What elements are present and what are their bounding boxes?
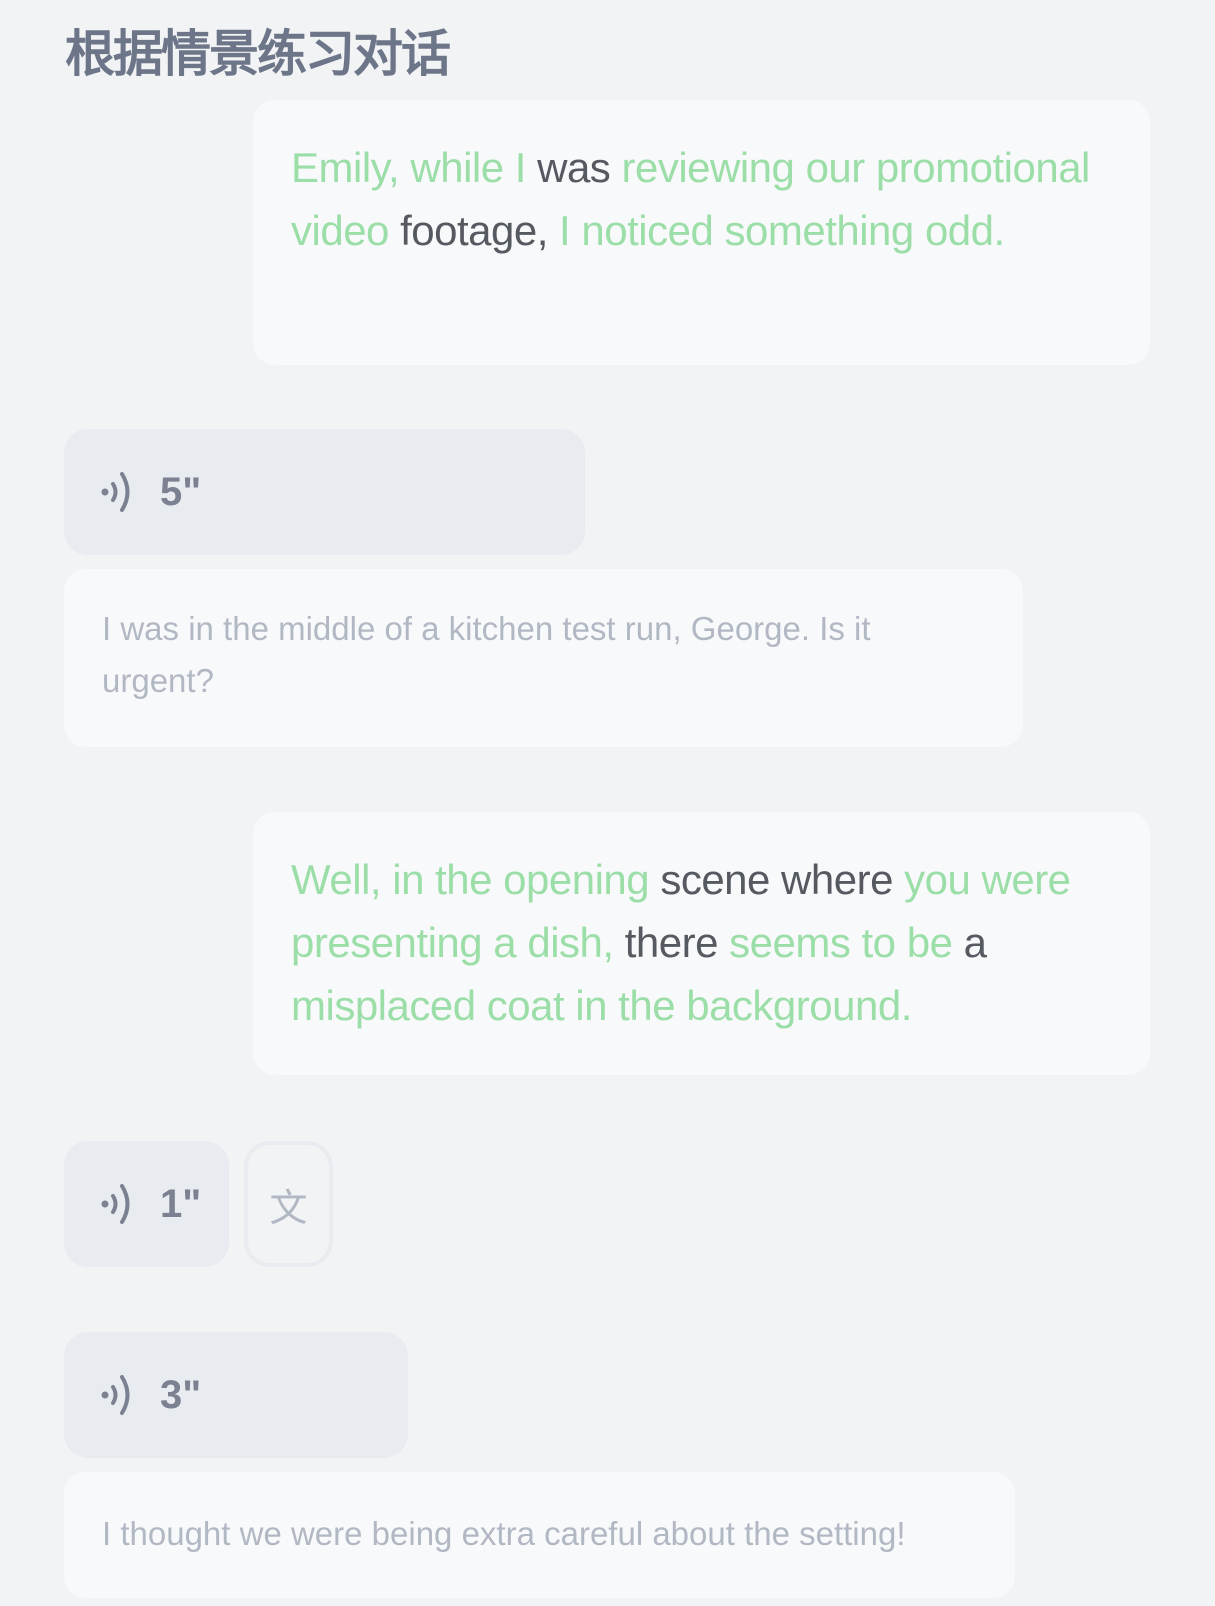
text-segment: a — [952, 919, 987, 966]
text-segment: scene where — [660, 856, 893, 903]
reply-text-bubble: I thought we were being extra careful ab… — [64, 1472, 1015, 1598]
text-segment: I noticed something odd. — [547, 207, 1005, 254]
text-segment: seems to be — [717, 919, 953, 966]
voice-message-play-button[interactable]: 3" — [64, 1332, 408, 1458]
text-segment: there — [613, 919, 719, 966]
translate-icon: 文 — [269, 1187, 308, 1230]
voice-duration: 5" — [160, 469, 202, 514]
speaker-wave-icon — [101, 472, 130, 512]
voice-duration: 1" — [160, 1181, 202, 1226]
speaker-wave-icon — [101, 1375, 130, 1415]
reply-text-bubble: I was in the middle of a kitchen test ru… — [64, 569, 1023, 747]
user-message-bubble: Emily, while I was reviewing our promoti… — [253, 100, 1150, 365]
text-segment: Well, in the opening — [291, 856, 661, 903]
text-segment: Emily, while I — [291, 144, 538, 191]
translate-button[interactable]: 文 — [244, 1141, 333, 1267]
speaker-wave-icon — [101, 1184, 130, 1224]
text-segment: misplaced coat in the background. — [291, 982, 912, 1029]
page-title: 根据情景练习对话 — [65, 26, 451, 82]
voice-message-play-button[interactable]: 1" — [64, 1141, 229, 1267]
user-message-bubble: Well, in the opening scene where you wer… — [253, 812, 1150, 1075]
voice-message-play-button[interactable]: 5" — [64, 429, 585, 555]
text-segment: was — [537, 144, 611, 191]
text-segment: footage, — [400, 207, 548, 254]
voice-duration: 3" — [160, 1372, 202, 1417]
